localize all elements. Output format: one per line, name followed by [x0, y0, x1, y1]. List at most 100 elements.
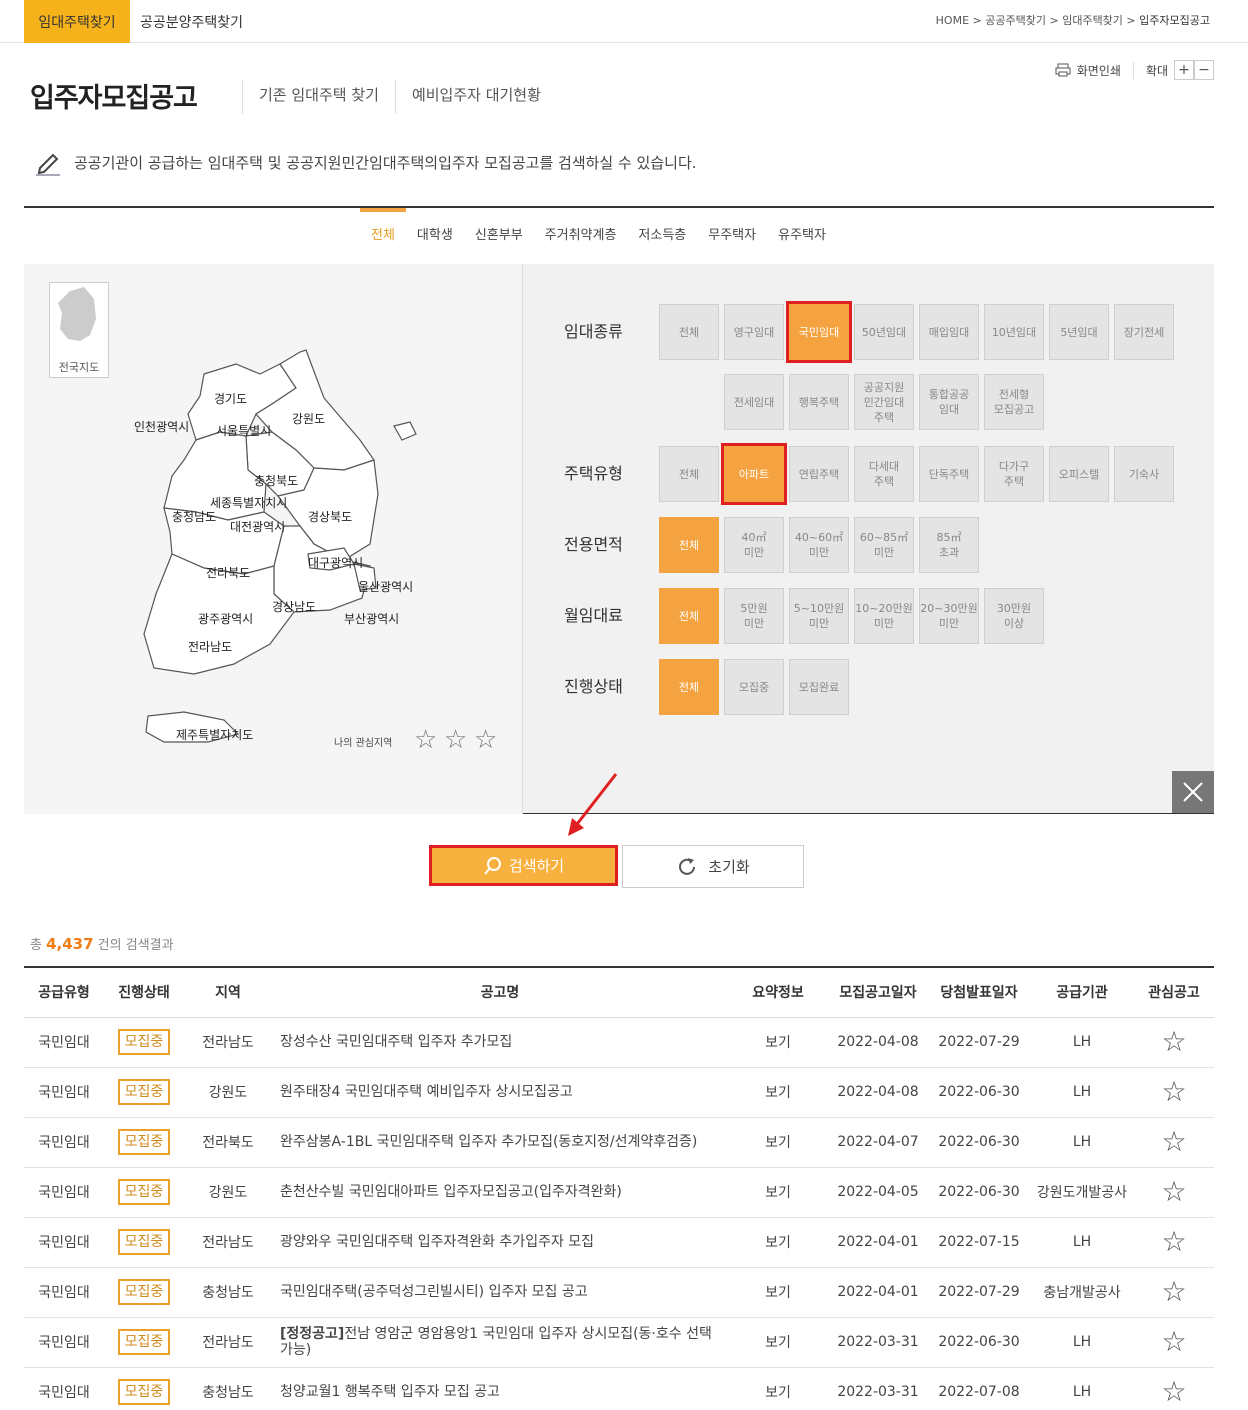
- favorite-region-star-1-icon[interactable]: ☆: [414, 727, 437, 753]
- rent-type-integrated[interactable]: 통합공공 임대: [919, 374, 979, 430]
- rent-type-all[interactable]: 전체: [659, 304, 719, 360]
- house-type-row-house[interactable]: 연립주택: [789, 446, 849, 502]
- tab-rental-search[interactable]: 임대주택찾기: [24, 0, 130, 43]
- favorite-cell[interactable]: ☆: [1134, 1217, 1214, 1268]
- area-over-85[interactable]: 85㎡ 초과: [919, 517, 979, 573]
- favorite-star-icon[interactable]: ☆: [1161, 1075, 1186, 1108]
- favorite-region-star-3-icon[interactable]: ☆: [474, 727, 497, 753]
- subtab-waiting-status[interactable]: 예비입주자 대기현황: [394, 80, 557, 114]
- notice-title[interactable]: 국민임대주택(공주덕성그린빌시티) 입주자 모집 공고: [272, 1267, 728, 1318]
- summary-view-link[interactable]: 보기: [728, 1317, 828, 1368]
- rent-type-jeonse[interactable]: 전세임대: [724, 374, 784, 430]
- category-homeless[interactable]: 무주택자: [697, 208, 767, 264]
- breadcrumb-public-housing[interactable]: 공공주택찾기: [985, 14, 1046, 27]
- summary-view-link[interactable]: 보기: [728, 1267, 828, 1318]
- category-low-income[interactable]: 저소득층: [627, 208, 697, 264]
- region-jeju[interactable]: 제주특별자치도: [176, 726, 253, 743]
- house-type-dormitory[interactable]: 기숙사: [1114, 446, 1174, 502]
- rent-type-jeonse-notice[interactable]: 전세형 모집공고: [984, 374, 1044, 430]
- rent-20-30[interactable]: 20~30만원 미만: [919, 588, 979, 644]
- rent-type-national[interactable]: 국민임대: [786, 301, 852, 363]
- favorite-cell[interactable]: ☆: [1134, 1317, 1214, 1368]
- region-chungbuk[interactable]: 충청북도: [254, 472, 298, 489]
- rent-5-10[interactable]: 5~10만원 미만: [789, 588, 849, 644]
- favorite-cell[interactable]: ☆: [1134, 1267, 1214, 1318]
- status-closed[interactable]: 모집완료: [789, 659, 849, 715]
- favorite-cell[interactable]: ☆: [1134, 1367, 1214, 1410]
- favorite-star-icon[interactable]: ☆: [1161, 1225, 1186, 1258]
- status-recruiting[interactable]: 모집중: [724, 659, 784, 715]
- close-filter-button[interactable]: [1172, 771, 1214, 813]
- region-ulsan[interactable]: 울산광역시: [358, 578, 413, 595]
- table-row[interactable]: 국민임대 모집중 충청남도 국민임대주택(공주덕성그린빌시티) 입주자 모집 공고 보기…: [24, 1267, 1214, 1318]
- table-row[interactable]: 국민임대 모집중 전라북도 완주삼봉A-1BL 국민임대주택 입주자 추가모집(동호지…: [24, 1117, 1214, 1168]
- summary-view-link[interactable]: 보기: [728, 1367, 828, 1410]
- breadcrumb-home[interactable]: HOME: [936, 14, 969, 27]
- region-busan[interactable]: 부산광역시: [344, 610, 399, 627]
- table-row[interactable]: 국민임대 모집중 전라남도 광양와우 국민임대주택 입주자격완화 추가입주자 모집 보기…: [24, 1217, 1214, 1268]
- favorite-cell[interactable]: ☆: [1134, 1017, 1214, 1068]
- rent-type-5yr[interactable]: 5년임대: [1049, 304, 1109, 360]
- notice-title[interactable]: 청양교월1 행복주택 입주자 모집 공고: [272, 1367, 728, 1410]
- subtab-existing-rental[interactable]: 기존 임대주택 찾기: [242, 80, 395, 114]
- region-jeonnam[interactable]: 전라남도: [188, 638, 232, 655]
- region-gwangju[interactable]: 광주광역시: [198, 610, 253, 627]
- region-gyeongnam[interactable]: 경상남도: [272, 598, 316, 615]
- summary-view-link[interactable]: 보기: [728, 1067, 828, 1118]
- table-row[interactable]: 국민임대 모집중 강원도 춘천산수빌 국민임대아파트 입주자모집공고(입주자격완화) 보…: [24, 1167, 1214, 1218]
- table-row[interactable]: 국민임대 모집중 강원도 원주태장4 국민임대주택 예비입주자 상시모집공고 보기 202…: [24, 1067, 1214, 1118]
- area-all[interactable]: 전체: [659, 517, 719, 573]
- summary-view-link[interactable]: 보기: [728, 1167, 828, 1218]
- rent-type-happy[interactable]: 행복주택: [789, 374, 849, 430]
- rent-type-public-private[interactable]: 공공지원 민간임대 주택: [854, 374, 914, 430]
- rent-type-purchase[interactable]: 매입임대: [919, 304, 979, 360]
- region-sejong[interactable]: 세종특별자치시: [210, 494, 287, 511]
- notice-title[interactable]: 원주태장4 국민임대주택 예비입주자 상시모집공고: [272, 1067, 728, 1118]
- region-incheon[interactable]: 인천광역시: [134, 418, 189, 435]
- rent-type-permanent[interactable]: 영구임대: [724, 304, 784, 360]
- favorite-star-icon[interactable]: ☆: [1161, 1025, 1186, 1058]
- house-type-apartment[interactable]: 아파트: [721, 443, 787, 505]
- notice-title[interactable]: 춘천산수빌 국민임대아파트 입주자모집공고(입주자격완화): [272, 1167, 728, 1218]
- region-gyeonggi[interactable]: 경기도: [214, 390, 247, 407]
- notice-title[interactable]: 광양와우 국민임대주택 입주자격완화 추가입주자 모집: [272, 1217, 728, 1268]
- favorite-cell[interactable]: ☆: [1134, 1117, 1214, 1168]
- region-seoul[interactable]: 서울특별시: [216, 422, 271, 439]
- region-gangwon[interactable]: 강원도: [292, 410, 325, 427]
- reset-button[interactable]: 초기화: [622, 845, 804, 888]
- region-daegu[interactable]: 대구광역시: [308, 554, 363, 571]
- favorite-region-star-2-icon[interactable]: ☆: [444, 727, 467, 753]
- house-type-detached[interactable]: 단독주택: [919, 446, 979, 502]
- notice-title[interactable]: [정정공고]전남 영암군 영암용앙1 국민임대 입주자 상시모집(동·호수 선택…: [272, 1317, 728, 1368]
- summary-view-link[interactable]: 보기: [728, 1217, 828, 1268]
- rent-over-30[interactable]: 30만원 이상: [984, 588, 1044, 644]
- favorite-star-icon[interactable]: ☆: [1161, 1275, 1186, 1308]
- favorite-cell[interactable]: ☆: [1134, 1167, 1214, 1218]
- summary-view-link[interactable]: 보기: [728, 1017, 828, 1068]
- category-newlywed[interactable]: 신혼부부: [464, 208, 534, 264]
- status-all[interactable]: 전체: [659, 659, 719, 715]
- house-type-multi-family[interactable]: 다가구 주택: [984, 446, 1044, 502]
- rent-10-20[interactable]: 10~20만원 미만: [854, 588, 914, 644]
- region-gyeongbuk[interactable]: 경상북도: [308, 508, 352, 525]
- category-all[interactable]: 전체: [360, 208, 406, 264]
- notice-title[interactable]: 장성수산 국민임대주택 입주자 추가모집: [272, 1017, 728, 1068]
- favorite-cell[interactable]: ☆: [1134, 1067, 1214, 1118]
- house-type-all[interactable]: 전체: [659, 446, 719, 502]
- category-student[interactable]: 대학생: [406, 208, 464, 264]
- area-under-40[interactable]: 40㎡ 미만: [724, 517, 784, 573]
- rent-type-long-jeonse[interactable]: 장기전세: [1114, 304, 1174, 360]
- tab-sale-search[interactable]: 공공분양주택찾기: [140, 0, 243, 43]
- area-60-85[interactable]: 60~85㎡ 미만: [854, 517, 914, 573]
- house-type-multiplex[interactable]: 다세대 주택: [854, 446, 914, 502]
- area-40-60[interactable]: 40~60㎡ 미만: [789, 517, 849, 573]
- rent-all[interactable]: 전체: [659, 588, 719, 644]
- rent-type-50yr[interactable]: 50년임대: [854, 304, 914, 360]
- search-button[interactable]: 검색하기: [429, 845, 618, 886]
- zoom-out-button[interactable]: −: [1194, 60, 1214, 80]
- table-row[interactable]: 국민임대 모집중 전라남도 장성수산 국민임대주택 입주자 추가모집 보기 2022-04…: [24, 1017, 1214, 1068]
- rent-type-10yr[interactable]: 10년임대: [984, 304, 1044, 360]
- category-homeowner[interactable]: 유주택자: [767, 208, 837, 264]
- category-vulnerable[interactable]: 주거취약계층: [534, 208, 628, 264]
- table-row[interactable]: 국민임대 모집중 충청남도 청양교월1 행복주택 입주자 모집 공고 보기 2022-03…: [24, 1367, 1214, 1410]
